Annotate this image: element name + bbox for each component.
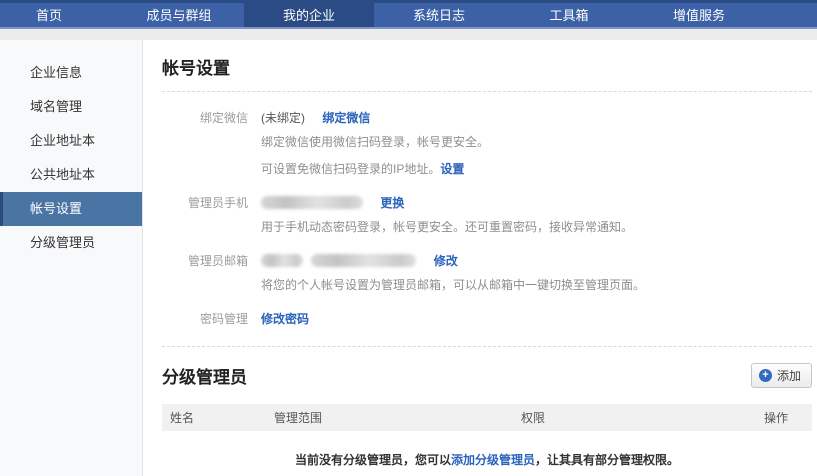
admins-empty-state: 当前没有分级管理员，您可以添加分级管理员，让其具有部分管理权限。: [162, 451, 812, 468]
empty-state-text: ，让其具有部分管理权限。: [535, 453, 679, 467]
sub-admins-section-header: 分级管理员 + 添加: [162, 363, 812, 388]
redacted-email-part1: [261, 254, 303, 267]
top-nav: 首页 成员与群组 我的企业 系统日志 工具箱 增值服务: [0, 0, 817, 29]
admin-email-label: 管理员邮箱: [162, 253, 248, 297]
wechat-desc-1: 绑定微信使用微信扫码登录，帐号更安全。: [261, 130, 489, 154]
wechat-label: 绑定微信: [162, 110, 248, 181]
nav-tab-value-added-services[interactable]: 增值服务: [634, 0, 764, 27]
column-header-scope: 管理范围: [274, 409, 521, 426]
empty-state-text: 当前没有分级管理员，您可以: [295, 453, 451, 467]
column-header-permissions: 权限: [521, 409, 764, 426]
sidebar-item-company-info[interactable]: 企业信息: [0, 56, 142, 90]
redacted-phone-number: [261, 196, 363, 209]
setting-row-password: 密码管理 修改密码: [162, 311, 812, 328]
setting-row-admin-phone: 管理员手机 更换 用于手机动态密码登录，帐号更安全。还可重置密码，接收异常通知。: [162, 195, 812, 239]
change-email-link[interactable]: 修改: [434, 254, 458, 268]
sidebar-item-company-addressbook[interactable]: 企业地址本: [0, 124, 142, 158]
wechat-desc-2: 可设置免微信扫码登录的IP地址。: [261, 162, 440, 176]
nav-tab-members-groups[interactable]: 成员与群组: [114, 0, 244, 27]
nav-tab-list: 首页 成员与群组 我的企业 系统日志 工具箱 增值服务: [0, 0, 817, 27]
nav-tab-home[interactable]: 首页: [0, 0, 114, 27]
redacted-email-part2: [311, 254, 416, 267]
sidebar-item-domain-management[interactable]: 域名管理: [0, 90, 142, 124]
sidebar: 企业信息 域名管理 企业地址本 公共地址本 帐号设置 分级管理员: [0, 40, 143, 476]
admin-email-desc: 将您的个人帐号设置为管理员邮箱，可以从邮箱中一键切换至管理页面。: [261, 273, 645, 297]
add-sub-admin-link[interactable]: 添加分级管理员: [451, 453, 535, 467]
admin-phone-desc: 用于手机动态密码登录，帐号更安全。还可重置密码，接收异常通知。: [261, 215, 633, 239]
admins-table-header: 姓名 管理范围 权限 操作: [162, 404, 812, 431]
admin-phone-label: 管理员手机: [162, 195, 248, 239]
nav-separator-strip: [0, 29, 817, 40]
add-admin-button-label: 添加: [777, 367, 801, 384]
nav-tab-toolbox[interactable]: 工具箱: [504, 0, 634, 27]
column-header-actions: 操作: [764, 409, 812, 426]
sidebar-item-public-addressbook[interactable]: 公共地址本: [0, 158, 142, 192]
setting-row-wechat: 绑定微信 (未绑定) 绑定微信 绑定微信使用微信扫码登录，帐号更安全。 可设置免…: [162, 110, 812, 181]
divider: [162, 91, 812, 92]
password-label: 密码管理: [162, 311, 248, 328]
divider: [162, 346, 812, 347]
bind-wechat-link[interactable]: 绑定微信: [322, 111, 370, 125]
sub-admins-title: 分级管理员: [162, 363, 247, 388]
sidebar-item-sub-admins[interactable]: 分级管理员: [0, 226, 142, 260]
nav-tab-system-log[interactable]: 系统日志: [374, 0, 504, 27]
add-admin-button[interactable]: + 添加: [751, 363, 812, 388]
setting-row-admin-email: 管理员邮箱 修改 将您的个人帐号设置为管理员邮箱，可以从邮箱中一键切换至管理页面…: [162, 253, 812, 297]
change-password-link[interactable]: 修改密码: [261, 312, 309, 326]
change-phone-link[interactable]: 更换: [380, 196, 404, 210]
sidebar-item-account-settings[interactable]: 帐号设置: [0, 192, 142, 226]
page-title: 帐号设置: [162, 54, 812, 79]
wechat-ip-settings-link[interactable]: 设置: [440, 162, 464, 176]
account-settings-list: 绑定微信 (未绑定) 绑定微信 绑定微信使用微信扫码登录，帐号更安全。 可设置免…: [162, 110, 812, 328]
content-area: 企业信息 域名管理 企业地址本 公共地址本 帐号设置 分级管理员 帐号设置 绑定…: [0, 40, 817, 476]
nav-tab-my-company[interactable]: 我的企业: [244, 0, 374, 27]
column-header-name: 姓名: [170, 409, 274, 426]
plus-circle-icon: +: [759, 369, 772, 382]
wechat-status: (未绑定): [261, 111, 305, 125]
main-panel: 帐号设置 绑定微信 (未绑定) 绑定微信 绑定微信使用微信扫码登录，帐号更安全。…: [143, 40, 817, 476]
